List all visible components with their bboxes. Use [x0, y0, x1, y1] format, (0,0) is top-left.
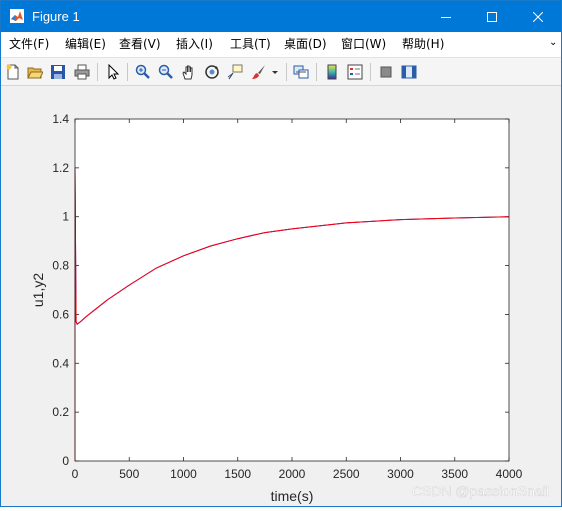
menu-edit[interactable]: 编辑(E): [65, 37, 106, 52]
legend-icon: [347, 64, 363, 80]
menu-window[interactable]: 窗口(W): [341, 37, 386, 52]
maximize-button[interactable]: [469, 1, 515, 32]
menu-desktop[interactable]: 桌面(D): [284, 37, 327, 52]
edit-plot-pointer-icon: [108, 64, 120, 80]
data-cursor-icon: [227, 64, 243, 80]
print-icon: [74, 64, 90, 80]
close-button[interactable]: [515, 1, 561, 32]
brush-icon: [252, 65, 265, 79]
edit-plot-button[interactable]: [103, 62, 123, 82]
toolbar-separator: [97, 63, 98, 81]
x-tick-label: 500: [119, 467, 139, 481]
hide-plot-tools-icon: [380, 66, 392, 78]
y-axis-label: u1,y2: [30, 273, 46, 307]
y-tick-label: 1.4: [52, 112, 69, 126]
zoom-out-icon: [158, 64, 173, 79]
toolbar-separator: [316, 63, 317, 81]
window-title: Figure 1: [32, 9, 80, 24]
y-tick-label: 0.2: [52, 405, 69, 419]
menu-bar: 文件(F) 编辑(E) 查看(V) 插入(I) 工具(T) 桌面(D) 窗口(W…: [1, 32, 561, 57]
minimize-icon: [441, 16, 451, 18]
x-tick-label: 2500: [333, 467, 360, 481]
zoom-in-button[interactable]: [133, 62, 153, 82]
menu-file[interactable]: 文件(F): [9, 37, 49, 52]
y-tick-label: 0.6: [52, 307, 69, 321]
show-plot-tools-button[interactable]: [399, 62, 419, 82]
new-figure-button[interactable]: [3, 62, 23, 82]
maximize-icon: [487, 11, 497, 22]
data-cursor-button[interactable]: [225, 62, 245, 82]
toolbar-separator: [127, 63, 128, 81]
figure-canvas: 0 0.2 0.4 0.6 0.8 1 1.2 1.4 0 500 1000 1500 2000 250…: [1, 86, 561, 506]
show-plot-tools-icon: [401, 65, 417, 79]
save-icon: [51, 65, 65, 79]
toolbar-separator: [370, 63, 371, 81]
menu-help[interactable]: 帮助(H): [402, 37, 444, 52]
zoom-out-button[interactable]: [156, 62, 176, 82]
brush-button[interactable]: [249, 62, 269, 82]
x-tick-label: 0: [72, 467, 79, 481]
brush-dropdown[interactable]: [269, 62, 281, 82]
matlab-logo-icon: [10, 9, 24, 23]
minimize-button[interactable]: [423, 1, 469, 32]
title-bar[interactable]: Figure 1: [1, 1, 561, 32]
pan-button[interactable]: [179, 62, 199, 82]
close-icon: [533, 11, 543, 22]
rotate-3d-icon: [205, 65, 219, 79]
y-tick-label: 0.8: [52, 259, 69, 273]
y-tick-label: 0.4: [52, 356, 69, 370]
axes-background: [75, 119, 509, 461]
menu-tools[interactable]: 工具(T): [230, 37, 271, 52]
print-button[interactable]: [72, 62, 92, 82]
menu-insert[interactable]: 插入(I): [176, 37, 213, 52]
y-tick-label: 0: [62, 454, 69, 468]
insert-colorbar-button[interactable]: [322, 62, 342, 82]
x-axis-label: time(s): [271, 488, 314, 504]
menu-overflow-icon[interactable]: ⌄: [549, 37, 557, 48]
x-tick-label: 3000: [387, 467, 414, 481]
x-tick-label: 1500: [224, 467, 251, 481]
x-tick-label: 2000: [279, 467, 306, 481]
figure-toolbar: [1, 57, 561, 86]
x-tick-label: 4000: [496, 467, 523, 481]
link-plot-icon: [293, 65, 309, 79]
menu-view[interactable]: 查看(V): [119, 37, 161, 52]
figure-window: Figure 1 文件(F) 编辑(E) 查看(V) 插入(I) 工具(T) 桌…: [0, 0, 562, 507]
new-figure-icon: [6, 64, 19, 80]
x-tick-label: 1000: [170, 467, 197, 481]
save-button[interactable]: [48, 62, 68, 82]
toolbar-separator: [286, 63, 287, 81]
insert-legend-button[interactable]: [345, 62, 365, 82]
open-file-button[interactable]: [25, 62, 45, 82]
watermark: CSDN @passionSnail: [412, 483, 549, 499]
pan-hand-icon: [182, 65, 193, 80]
zoom-in-icon: [135, 64, 150, 79]
rotate-3d-button[interactable]: [202, 62, 222, 82]
chevron-down-icon: [272, 71, 278, 74]
y-tick-label: 1: [62, 210, 69, 224]
link-plot-button[interactable]: [291, 62, 311, 82]
x-tick-label: 3500: [441, 467, 468, 481]
hide-plot-tools-button[interactable]: [376, 62, 396, 82]
open-file-icon: [27, 67, 43, 79]
colorbar-icon: [327, 64, 337, 80]
line-chart[interactable]: 0 0.2 0.4 0.6 0.8 1 1.2 1.4 0 500 1000 1500 2000 250…: [1, 86, 561, 506]
y-tick-label: 1.2: [52, 161, 69, 175]
